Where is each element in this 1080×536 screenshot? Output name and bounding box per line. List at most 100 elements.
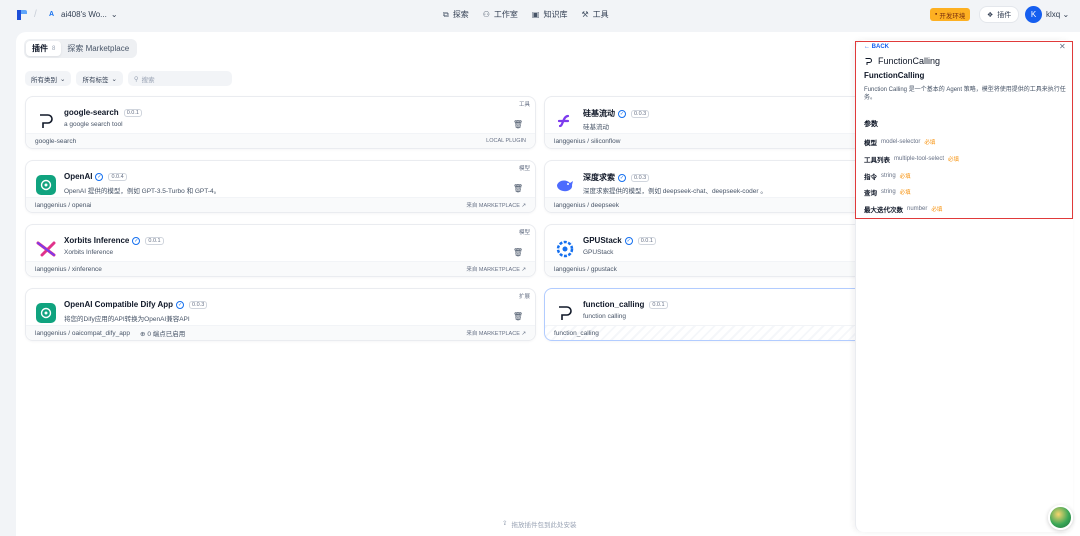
plugin-path: function_calling bbox=[554, 329, 599, 337]
breadcrumb-separator: / bbox=[34, 9, 37, 20]
tab-label: 探索 Marketplace bbox=[67, 44, 130, 53]
puzzle-icon: ❖ bbox=[987, 11, 994, 19]
plugin-name-row: google-search 0.0.1 bbox=[64, 108, 142, 117]
workspace-switcher[interactable]: A ai408's Wo... ⌄ bbox=[46, 9, 118, 20]
plugin-footer: langgenius / gpustack bbox=[545, 261, 863, 276]
upload-icon: ⇪ bbox=[502, 520, 508, 527]
params-heading: 参数 bbox=[864, 121, 878, 128]
plugin-footer: google-search LOCAL PLUGIN bbox=[26, 133, 535, 148]
plugin-version: 0.0.3 bbox=[631, 109, 650, 118]
username: klxq bbox=[1046, 10, 1061, 19]
search-placeholder: 搜索 bbox=[141, 76, 155, 84]
param-required: 必填 bbox=[948, 157, 960, 163]
plugin-name: OpenAI Compatible Dify App bbox=[64, 300, 174, 309]
workspace-name: ai408's Wo... bbox=[61, 10, 107, 19]
plugin-card-selected[interactable]: function_calling 0.0.1 function calling f… bbox=[544, 288, 864, 341]
param-name: 工具列表 bbox=[864, 157, 890, 164]
assistant-avatar-icon[interactable] bbox=[1048, 505, 1073, 530]
plugin-footer: langgenius / openai 来自 MARKETPLACE ↗ bbox=[26, 197, 535, 212]
nav-label: 知识库 bbox=[543, 10, 568, 19]
trash-icon[interactable]: 🗑 bbox=[513, 312, 523, 321]
plugin-name-row: 深度求索 ✓ 0.0.3 bbox=[583, 172, 650, 183]
avatar[interactable]: K bbox=[1025, 6, 1042, 23]
close-icon[interactable]: ✕ bbox=[1059, 42, 1066, 51]
tab-plugins[interactable]: 插件 8 bbox=[26, 41, 62, 56]
drop-hint-text: 拖放插件包到此处安装 bbox=[511, 522, 577, 529]
dify-logo-icon[interactable] bbox=[16, 9, 28, 21]
plugin-footer: langgenius / deepseek bbox=[545, 197, 863, 212]
plugin-card[interactable]: 扩展 OpenAI Compatible Dify App ✓ 0.0.3 将您的D… bbox=[25, 288, 536, 341]
param-row: 模型 model-selector 必填 bbox=[864, 137, 935, 147]
plugin-desc: OpenAI 提供的模型，例如 GPT-3.5-Turbo 和 GPT-4。 bbox=[64, 188, 221, 195]
plugin-path: langgenius / openai bbox=[35, 201, 92, 209]
nav-tools[interactable]: ⚒ 工具 bbox=[581, 9, 608, 20]
user-menu[interactable]: klxq ⌄ bbox=[1046, 10, 1069, 19]
plugin-card[interactable]: 模型 Xorbits Inference ✓ 0.0.1 Xorbits Infer… bbox=[25, 224, 536, 277]
tab-count: 8 bbox=[52, 45, 56, 52]
marketplace-link[interactable]: 来自 MARKETPLACE ↗ bbox=[466, 201, 526, 209]
tag-filter[interactable]: 所有标签 ⌄ bbox=[76, 71, 123, 86]
plugin-version: 0.0.1 bbox=[145, 236, 164, 245]
endpoints-label: 0 端点已启用 bbox=[147, 331, 186, 338]
trash-icon[interactable]: 🗑 bbox=[513, 248, 523, 257]
marketplace-link[interactable]: 来自 MARKETPLACE ↗ bbox=[466, 329, 526, 337]
plugin-version: 0.0.1 bbox=[123, 108, 142, 117]
param-name: 最大迭代次数 bbox=[864, 207, 903, 214]
search-icon: ⚲ bbox=[133, 75, 139, 83]
trash-icon[interactable]: 🗑 bbox=[513, 184, 523, 193]
plugin-footer: langgenius / xinference 来自 MARKETPLACE ↗ bbox=[26, 261, 535, 276]
plugin-path: langgenius / xinference bbox=[35, 265, 102, 273]
plugins-label: 插件 bbox=[997, 11, 1012, 19]
plugin-version: 0.0.4 bbox=[108, 172, 127, 181]
nav-explore[interactable]: ⧉ 探索 bbox=[443, 9, 469, 20]
trash-icon[interactable]: 🗑 bbox=[513, 120, 523, 129]
plugin-path: langgenius / oaicompat_dify_app bbox=[35, 329, 131, 337]
chevron-down-icon: ⌄ bbox=[1062, 10, 1070, 19]
param-type: string bbox=[881, 173, 896, 179]
chevron-down-icon: ⌄ bbox=[110, 10, 118, 19]
gpustack-logo-icon bbox=[555, 239, 575, 259]
plugin-source: LOCAL PLUGIN bbox=[486, 138, 526, 144]
verified-icon: ✓ bbox=[618, 109, 626, 118]
param-type: model-selector bbox=[881, 139, 921, 145]
nav-label: 工作室 bbox=[493, 10, 518, 19]
workspace-badge: A bbox=[48, 11, 55, 18]
plugin-card[interactable]: 工具 google-search 0.0.1 a google search to… bbox=[25, 96, 536, 149]
plugin-card[interactable]: 硅基流动 ✓ 0.0.3 硅基流动 langgenius / siliconflow bbox=[544, 96, 864, 149]
plugin-card[interactable]: GPUStack ✓ 0.0.1 GPUStack langgenius / gpu… bbox=[544, 224, 864, 277]
plugin-tag: 工具 bbox=[518, 102, 530, 108]
plugin-desc: 硅基流动 bbox=[583, 124, 609, 131]
plugin-tag: 模型 bbox=[518, 166, 530, 172]
plugin-path: langgenius / deepseek bbox=[554, 201, 620, 209]
plugin-name: function_calling bbox=[583, 300, 645, 309]
plugin-path: langgenius / siliconflow bbox=[554, 137, 621, 145]
detail-subtitle: FunctionCalling bbox=[864, 71, 925, 80]
function-glyph-icon bbox=[555, 303, 575, 323]
plugin-path: langgenius / gpustack bbox=[554, 265, 617, 273]
param-name: 模型 bbox=[864, 140, 877, 147]
openai-logo-icon bbox=[36, 303, 56, 323]
tab-marketplace[interactable]: 探索 Marketplace bbox=[61, 41, 135, 56]
tab-label: 插件 bbox=[32, 44, 48, 53]
param-row: 查询 string 必填 bbox=[864, 187, 911, 197]
endpoints-status[interactable]: ⊕ 0 端点已启用 bbox=[140, 328, 185, 338]
nav-studio[interactable]: ⚇ 工作室 bbox=[483, 9, 518, 20]
plugin-footer: langgenius / siliconflow bbox=[545, 133, 863, 148]
category-filter[interactable]: 所有类别 ⌄ bbox=[25, 71, 72, 86]
search-input[interactable]: ⚲ 搜索 bbox=[127, 71, 232, 86]
plugin-tag: 模型 bbox=[518, 230, 530, 236]
compass-icon: ⧉ bbox=[443, 9, 449, 19]
plugin-card[interactable]: 深度求索 ✓ 0.0.3 深度求索提供的模型，例如 deepseek-chat、de… bbox=[544, 160, 864, 213]
nav-knowledge[interactable]: ▣ 知识库 bbox=[532, 9, 568, 20]
plugin-card[interactable]: 模型 OpenAI ✓ 0.0.4 OpenAI 提供的模型，例如 GPT-3.5-… bbox=[25, 160, 536, 213]
plugin-tag: 扩展 bbox=[518, 294, 530, 300]
plugin-version: 0.0.3 bbox=[631, 173, 650, 182]
detail-title-text: FunctionCalling bbox=[878, 56, 941, 66]
marketplace-link[interactable]: 来自 MARKETPLACE ↗ bbox=[466, 265, 526, 273]
back-link[interactable]: ← BACK bbox=[864, 44, 889, 50]
plugin-name-row: OpenAI Compatible Dify App ✓ 0.0.3 bbox=[64, 300, 208, 309]
plugins-button[interactable]: ❖ 插件 bbox=[979, 6, 1020, 23]
plugin-version: 0.0.1 bbox=[649, 300, 668, 309]
main-nav: ⧉ 探索 ⚇ 工作室 ▣ 知识库 ⚒ 工具 bbox=[443, 9, 609, 20]
plugin-name-row: function_calling 0.0.1 bbox=[583, 300, 668, 309]
